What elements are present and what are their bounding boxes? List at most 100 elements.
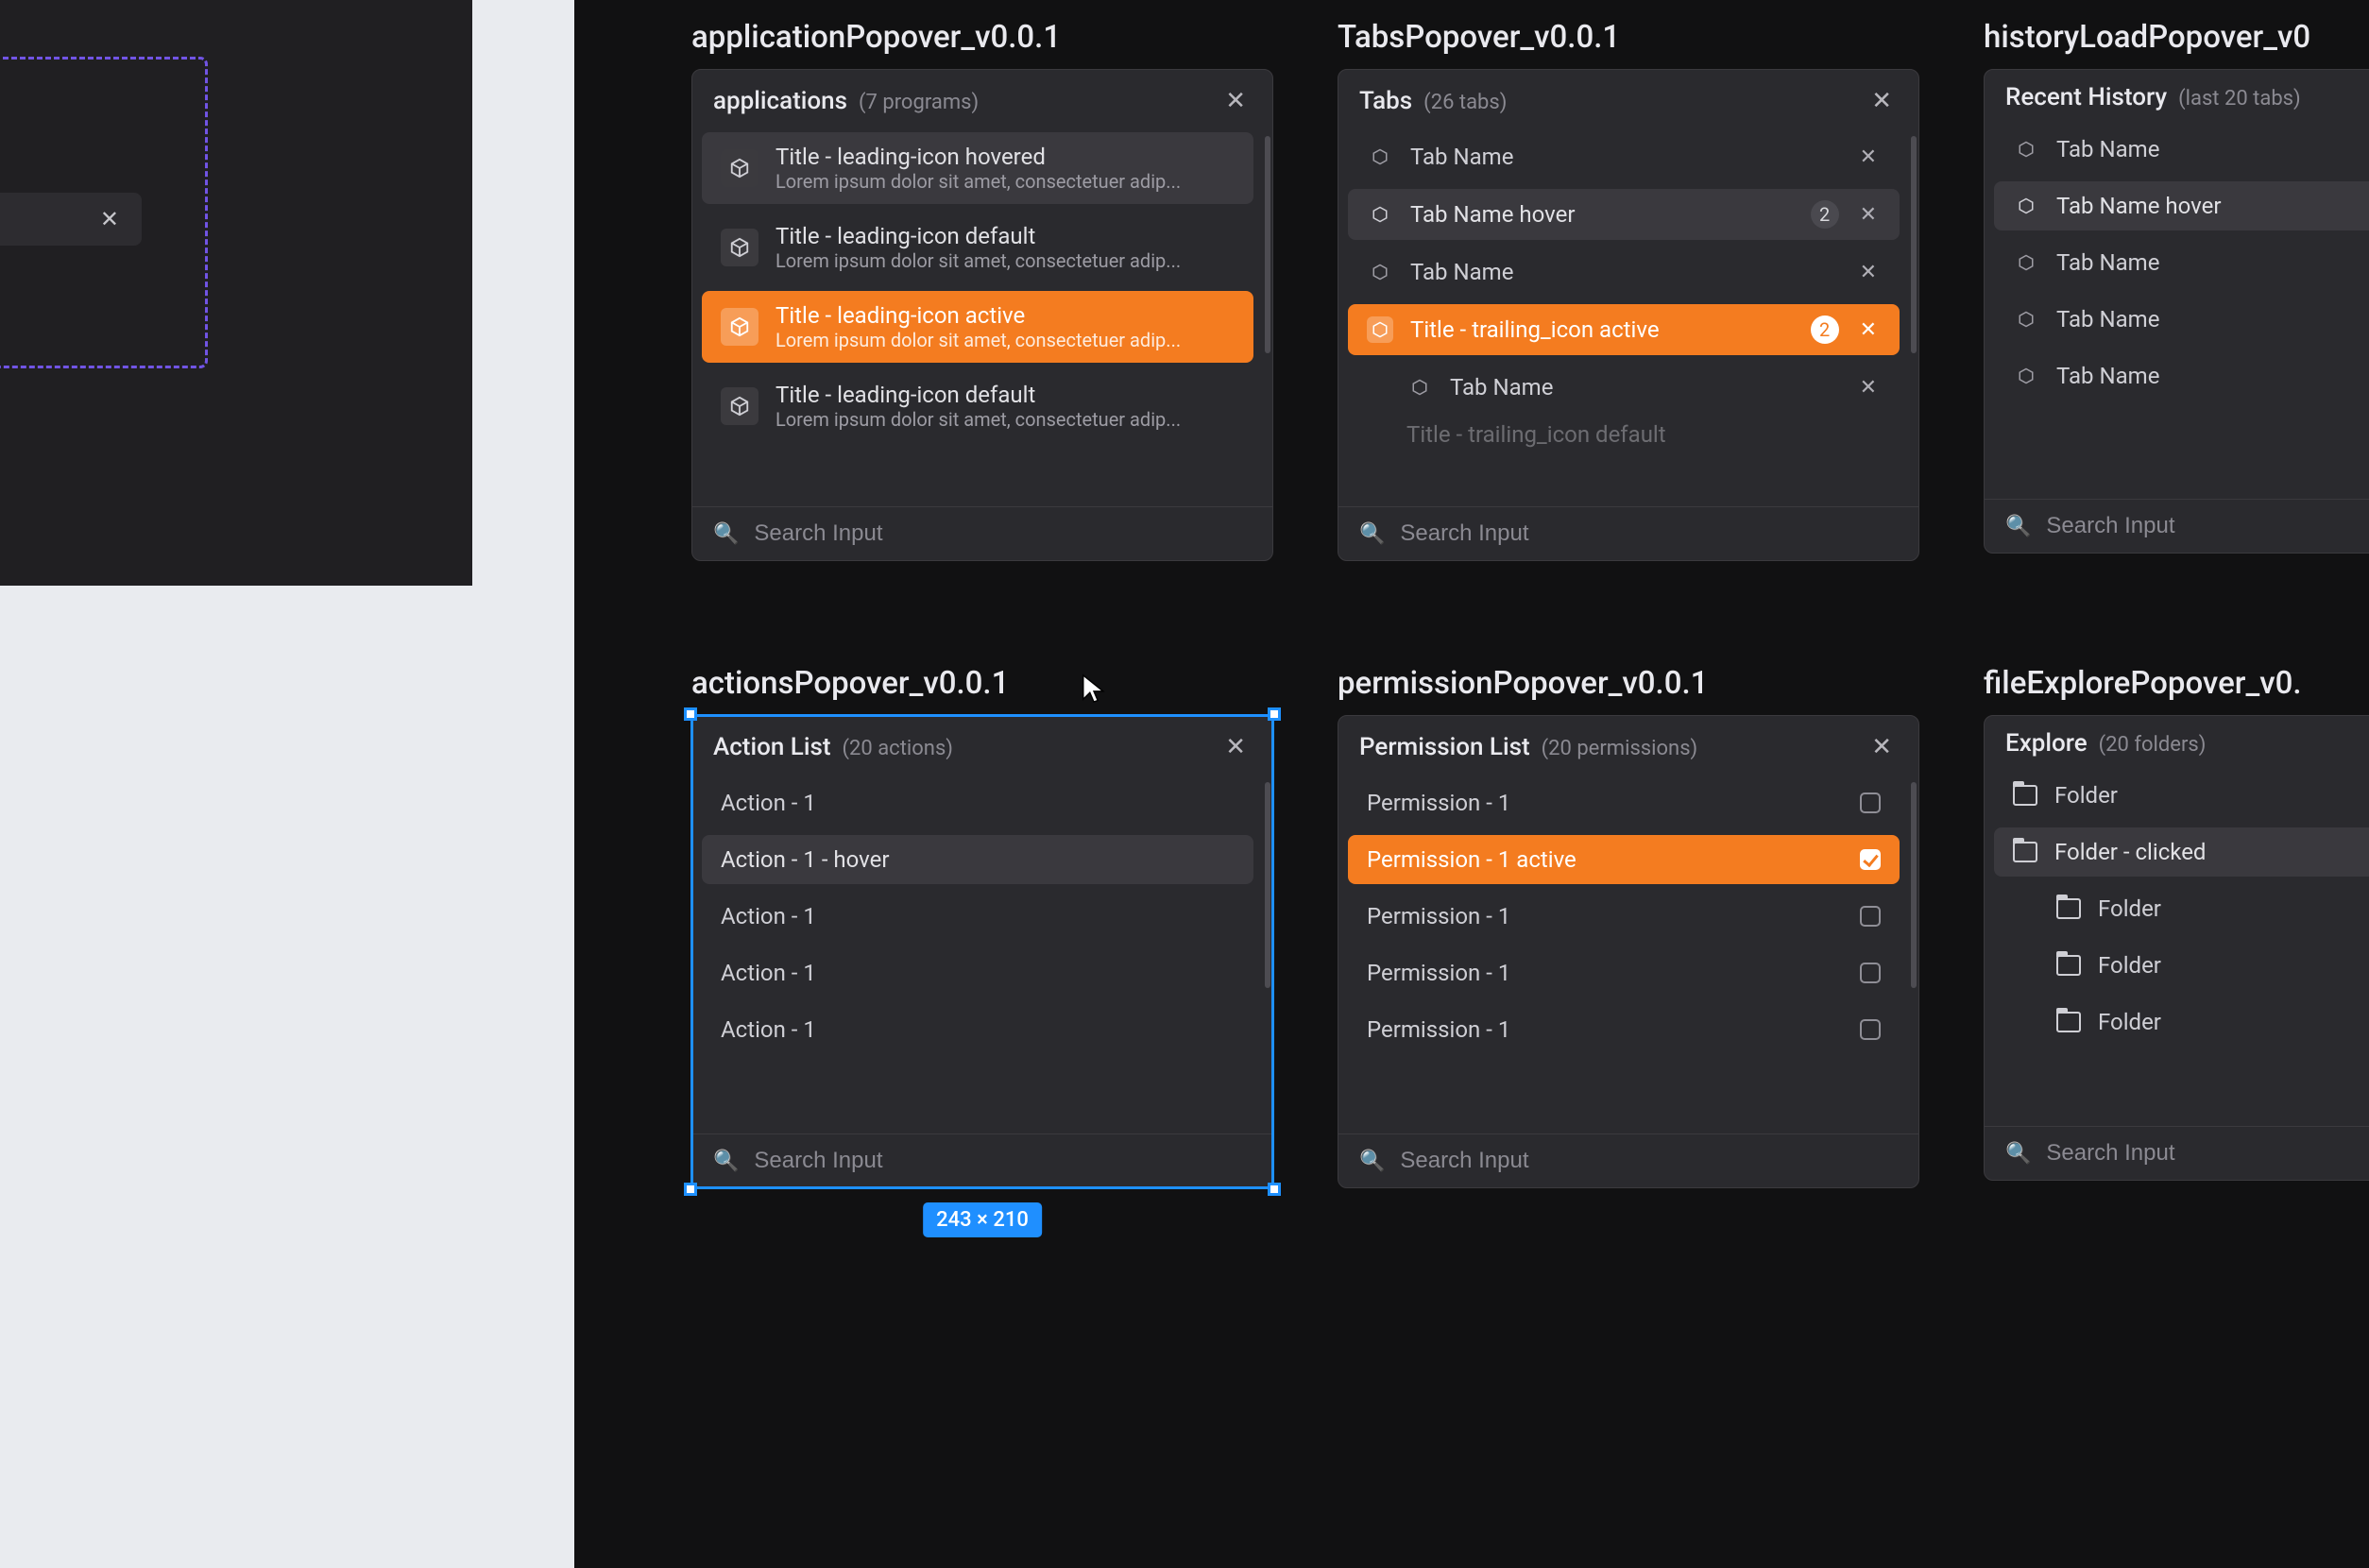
folder-item[interactable]: Folder - clicked ⌃ bbox=[1994, 827, 2369, 877]
item-title: Tab Name bbox=[1450, 374, 1839, 401]
folder-item[interactable]: Folder bbox=[1994, 941, 2369, 990]
search-input[interactable] bbox=[754, 520, 1252, 547]
resize-handle[interactable] bbox=[1268, 1183, 1281, 1196]
application-popover: applications (7 programs) ✕ Title - lead… bbox=[691, 69, 1273, 561]
scrollbar[interactable] bbox=[1911, 136, 1917, 499]
app-item[interactable]: Title - leading-icon default Lorem ipsum… bbox=[702, 370, 1253, 442]
cube-icon bbox=[2013, 306, 2039, 332]
app-item[interactable]: Title - leading-icon active Lorem ipsum … bbox=[702, 291, 1253, 363]
history-popover: Recent History (last 20 tabs) Tab Name T… bbox=[1984, 69, 2369, 554]
component-label: TabsPopover_v0.0.1 bbox=[1338, 19, 1919, 56]
search-icon: 🔍 bbox=[1359, 1150, 1385, 1173]
close-icon[interactable]: ✕ bbox=[1219, 729, 1252, 765]
tab-item[interactable]: Tab Name ✕ bbox=[1348, 363, 1900, 412]
close-icon[interactable]: ✕ bbox=[1866, 83, 1898, 119]
resize-handle[interactable] bbox=[1268, 707, 1281, 721]
app-item[interactable]: Title - leading-icon hovered Lorem ipsum… bbox=[702, 132, 1253, 204]
chip-placeholder[interactable]: ange Placeholder Text...| ✕ bbox=[0, 193, 142, 246]
action-item[interactable]: Action - 1 bbox=[702, 778, 1253, 827]
tab-item-peek[interactable]: Title - trailing_icon default bbox=[1348, 410, 1900, 459]
action-item[interactable]: Action - 1 - hover bbox=[702, 835, 1253, 884]
search-row: 🔍 bbox=[692, 1133, 1272, 1187]
scrollbar[interactable] bbox=[1265, 782, 1270, 1126]
close-icon[interactable]: ✕ bbox=[1856, 318, 1881, 342]
permission-item[interactable]: Permission - 1 bbox=[1348, 948, 1900, 997]
resize-handle[interactable] bbox=[684, 1183, 697, 1196]
close-icon[interactable]: ✕ bbox=[1856, 376, 1881, 400]
permission-item[interactable]: Permission - 1 bbox=[1348, 1005, 1900, 1054]
folder-item[interactable]: Folder ⌄ bbox=[1994, 997, 2369, 1047]
item-title: Folder bbox=[2098, 895, 2369, 922]
history-item[interactable]: Tab Name bbox=[1994, 125, 2369, 174]
popover-header: Explore (20 folders) bbox=[1985, 716, 2369, 767]
checkbox[interactable] bbox=[1860, 1019, 1881, 1040]
search-input[interactable] bbox=[2046, 513, 2369, 539]
item-title: Action - 1 bbox=[721, 1016, 1235, 1043]
close-icon[interactable]: ✕ bbox=[100, 206, 119, 232]
permission-item[interactable]: Permission - 1 active bbox=[1348, 835, 1900, 884]
cube-icon bbox=[721, 387, 758, 425]
folder-item[interactable]: Folder ⌄ bbox=[1994, 771, 2369, 820]
checkbox[interactable] bbox=[1860, 849, 1881, 870]
search-input[interactable] bbox=[1400, 520, 1898, 547]
popover-title: Action List bbox=[713, 733, 831, 761]
history-item[interactable]: Tab Name bbox=[1994, 295, 2369, 344]
action-item[interactable]: Action - 1 bbox=[702, 892, 1253, 941]
permission-item[interactable]: Permission - 1 bbox=[1348, 892, 1900, 941]
history-item[interactable]: Tab Name bbox=[1994, 238, 2369, 287]
item-title: Tab Name bbox=[1410, 259, 1839, 285]
search-input[interactable] bbox=[1400, 1148, 1898, 1174]
cube-icon bbox=[1367, 201, 1393, 228]
folder-icon bbox=[2056, 1012, 2081, 1032]
item-title: Permission - 1 bbox=[1367, 1016, 1843, 1043]
item-title: Permission - 1 bbox=[1367, 903, 1843, 929]
history-item[interactable]: Tab Name bbox=[1994, 351, 2369, 401]
search-input[interactable] bbox=[754, 1148, 1252, 1174]
permission-item[interactable]: Permission - 1 bbox=[1348, 778, 1900, 827]
cube-icon bbox=[2013, 363, 2039, 389]
search-row: 🔍 bbox=[1338, 1133, 1918, 1187]
popover-header: Tabs (26 tabs) ✕ bbox=[1338, 70, 1918, 128]
folder-item[interactable]: Folder ⌄ bbox=[1994, 884, 2369, 933]
cube-icon bbox=[1406, 374, 1433, 401]
item-title: Tab Name hover bbox=[2056, 193, 2369, 219]
item-title: Tab Name bbox=[2056, 306, 2369, 332]
close-icon[interactable]: ✕ bbox=[1856, 203, 1881, 227]
close-icon[interactable]: ✕ bbox=[1866, 729, 1898, 765]
folder-open-icon bbox=[2056, 955, 2081, 976]
popover-header: Permission List (20 permissions) ✕ bbox=[1338, 716, 1918, 775]
action-item[interactable]: Action - 1 bbox=[702, 1005, 1253, 1054]
cube-icon bbox=[1367, 259, 1393, 285]
history-item[interactable]: Tab Name hover bbox=[1994, 181, 2369, 230]
app-item[interactable]: Title - leading-icon default Lorem ipsum… bbox=[702, 212, 1253, 283]
item-title: Title - trailing_icon default bbox=[1406, 421, 1881, 448]
count-badge: 2 bbox=[1811, 315, 1839, 344]
folder-icon bbox=[2013, 785, 2037, 806]
popover-title: Explore bbox=[2005, 729, 2088, 758]
item-title: Action - 1 - hover bbox=[721, 846, 1235, 873]
close-icon[interactable]: ✕ bbox=[1219, 83, 1252, 119]
scrollbar[interactable] bbox=[1911, 782, 1917, 1126]
checkbox[interactable] bbox=[1860, 793, 1881, 813]
close-icon[interactable]: ✕ bbox=[1856, 145, 1881, 169]
action-item[interactable]: Action - 1 bbox=[702, 948, 1253, 997]
tab-item[interactable]: Tab Name ✕ bbox=[1348, 132, 1900, 181]
popover-title: applications bbox=[713, 87, 847, 115]
tab-item[interactable]: Title - trailing_icon active 2 ✕ bbox=[1348, 304, 1900, 355]
close-icon[interactable]: ✕ bbox=[1856, 261, 1881, 284]
search-input[interactable] bbox=[2046, 1140, 2369, 1167]
explore-popover: Explore (20 folders) Folder ⌄ Folder bbox=[1984, 715, 2369, 1181]
checkbox[interactable] bbox=[1860, 963, 1881, 983]
search-row: 🔍 bbox=[1985, 1126, 2369, 1180]
popover-title: Permission List bbox=[1359, 733, 1530, 761]
permission-list: Permission - 1 Permission - 1 active Per… bbox=[1338, 775, 1909, 1133]
item-title: Folder bbox=[2054, 782, 2369, 809]
resize-handle[interactable] bbox=[684, 707, 697, 721]
scrollbar[interactable] bbox=[1265, 136, 1270, 499]
item-subtitle: Lorem ipsum dolor sit amet, consectetuer… bbox=[775, 170, 1235, 193]
design-canvas[interactable]: applicationPopover_v0.0.1 applications (… bbox=[574, 0, 2369, 1568]
tab-item[interactable]: Tab Name ✕ bbox=[1348, 247, 1900, 297]
item-title: Folder - clicked bbox=[2054, 839, 2369, 865]
checkbox[interactable] bbox=[1860, 906, 1881, 927]
tab-item[interactable]: Tab Name hover 2 ✕ bbox=[1348, 189, 1900, 240]
